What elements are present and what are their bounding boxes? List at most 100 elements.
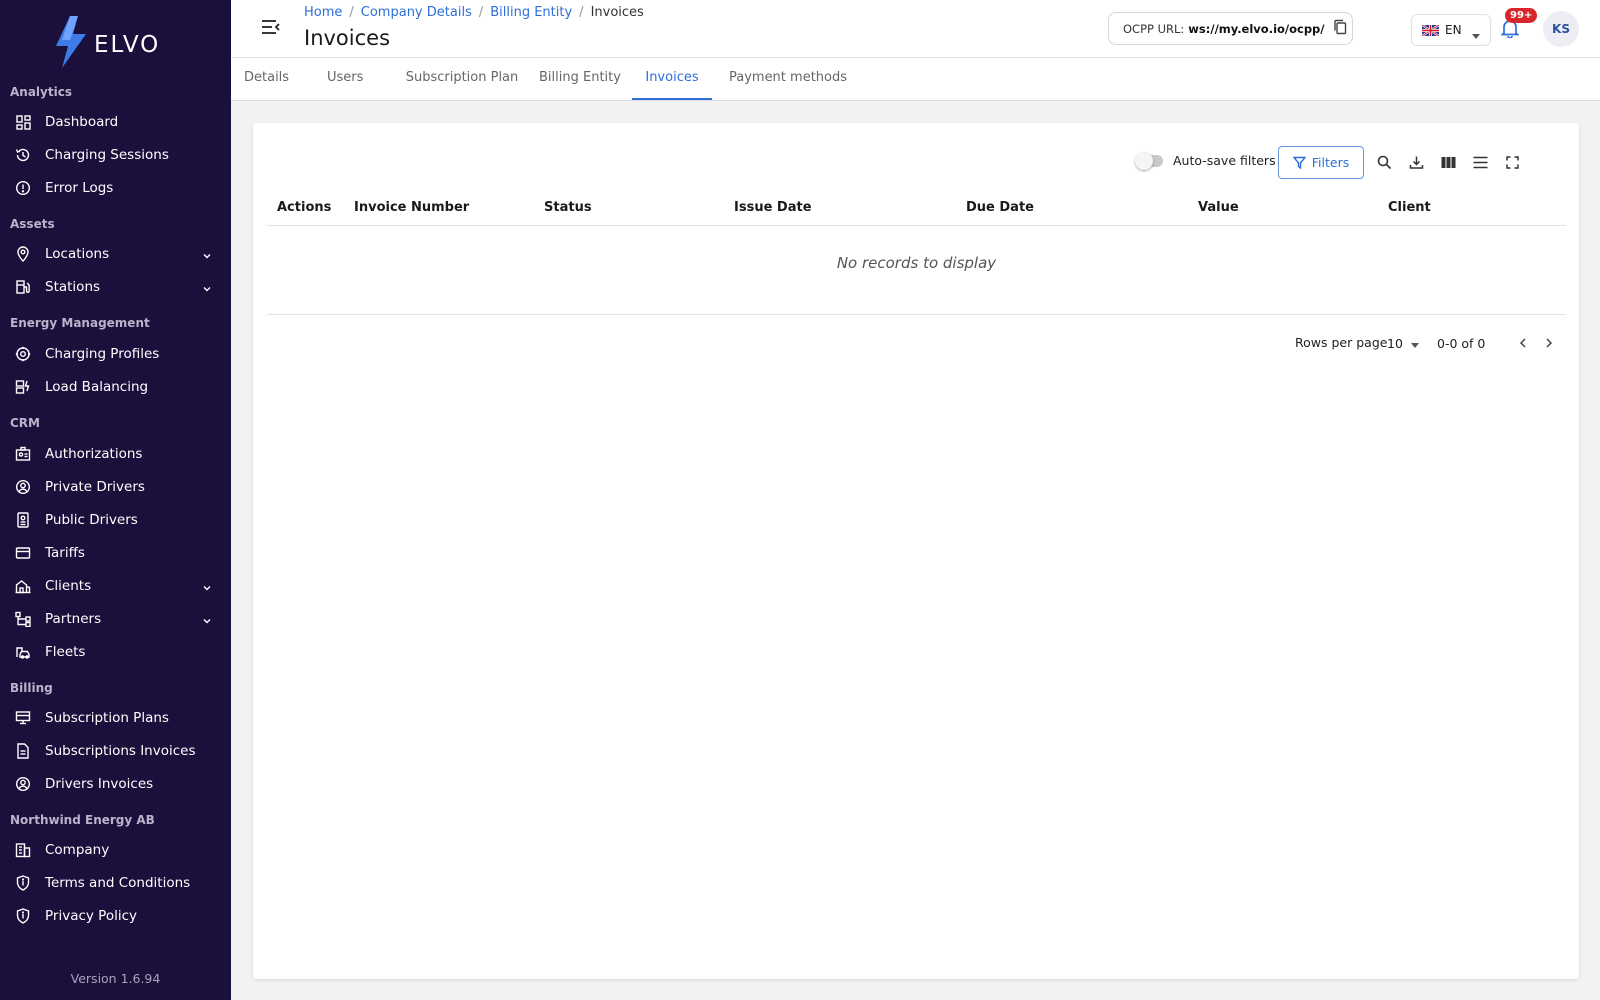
filters-button[interactable]: Filters	[1278, 146, 1364, 179]
sidebar-item-fleets[interactable]: Fleets	[0, 636, 231, 668]
id-card-icon	[15, 446, 31, 462]
column-header-due-date[interactable]: Due Date	[966, 200, 1034, 215]
tab-billing-entity[interactable]: Billing Entity	[539, 58, 621, 100]
sidebar-item-label: Charging Sessions	[45, 147, 169, 163]
sidebar-item-private-drivers[interactable]: Private Drivers	[0, 471, 231, 503]
caret-down-icon	[1472, 28, 1480, 42]
tab-details[interactable]: Details	[244, 58, 289, 100]
section-energy-management: Energy Management	[10, 316, 150, 330]
error-icon	[15, 180, 31, 196]
sidebar-item-label: Tariffs	[45, 545, 85, 561]
sidebar-item-privacy-policy[interactable]: Privacy Policy	[0, 900, 231, 932]
breadcrumb-separator: /	[349, 5, 354, 20]
autosave-filters-toggle[interactable]: Auto-save filters	[1135, 151, 1276, 170]
tab-subscription-plan[interactable]: Subscription Plan	[405, 58, 519, 100]
chevron-down-icon[interactable]	[201, 612, 213, 631]
tab-invoices[interactable]: Invoices	[632, 58, 712, 100]
sidebar-item-label: Private Drivers	[45, 479, 145, 495]
column-header-issue-date[interactable]: Issue Date	[734, 200, 812, 215]
page-tabs: Details Users Subscription Plan Billing …	[231, 58, 1600, 101]
copy-icon[interactable]	[1333, 19, 1347, 38]
chevron-down-icon[interactable]	[201, 579, 213, 598]
column-header-value[interactable]: Value	[1198, 200, 1239, 215]
sidebar-item-error-logs[interactable]: Error Logs	[0, 172, 231, 204]
location-pin-icon	[15, 246, 31, 262]
sidebar-item-label: Partners	[45, 611, 102, 627]
sidebar-item-authorizations[interactable]: Authorizations	[0, 438, 231, 470]
sidebar-item-label: Privacy Policy	[45, 908, 138, 924]
sidebar-item-label: Drivers Invoices	[45, 776, 154, 792]
tab-users[interactable]: Users	[327, 58, 363, 100]
section-crm: CRM	[10, 416, 40, 430]
sidebar-item-stations[interactable]: Stations	[0, 271, 231, 303]
sidebar-item-locations[interactable]: Locations	[0, 238, 231, 270]
sidebar-item-label: Charging Profiles	[45, 346, 160, 362]
hierarchy-icon	[15, 611, 31, 627]
building-icon	[15, 578, 31, 594]
sidebar-item-label: Locations	[45, 246, 110, 262]
top-header: Home / Company Details / Billing Entity …	[231, 0, 1600, 58]
sidebar-item-subscription-plans[interactable]: Subscription Plans	[0, 702, 231, 734]
column-header-actions[interactable]: Actions	[277, 200, 331, 215]
language-value: EN	[1445, 23, 1462, 37]
filters-label: Filters	[1311, 155, 1350, 170]
ocpp-url-value: ws://my.elvo.io/ocpp/	[1188, 21, 1325, 36]
ocpp-url-box: OCPP URL: ws://my.elvo.io/ocpp/	[1108, 12, 1353, 45]
filter-icon	[1292, 156, 1306, 169]
tab-payment-methods[interactable]: Payment methods	[726, 58, 850, 100]
breadcrumb-company-details[interactable]: Company Details	[361, 5, 472, 20]
user-circle-icon	[15, 776, 31, 792]
document-icon	[15, 743, 31, 759]
company-icon	[15, 842, 31, 858]
fleet-icon	[15, 644, 31, 660]
rows-per-page-select[interactable]: 10	[1387, 336, 1419, 351]
sidebar-item-label: Subscriptions Invoices	[45, 743, 196, 759]
chevron-down-icon[interactable]	[201, 280, 213, 299]
sidebar-item-dashboard[interactable]: Dashboard	[0, 106, 231, 138]
next-page-icon[interactable]	[1539, 333, 1559, 353]
fullscreen-icon[interactable]	[1501, 151, 1523, 173]
language-select[interactable]: EN	[1411, 14, 1491, 46]
ocpp-url-label: OCPP URL:	[1123, 21, 1185, 36]
sidebar-item-tariffs[interactable]: Tariffs	[0, 537, 231, 569]
sidebar-item-label: Stations	[45, 279, 101, 295]
sidebar-item-label: Authorizations	[45, 446, 143, 462]
sidebar-item-charging-profiles[interactable]: Charging Profiles	[0, 338, 231, 370]
elvo-logo[interactable]: ELVO	[56, 16, 160, 68]
sidebar: ELVO Analytics Dashboard Charging Sessio…	[0, 0, 231, 1000]
sidebar-item-public-drivers[interactable]: Public Drivers	[0, 504, 231, 536]
lightning-logo-icon	[56, 16, 86, 68]
column-header-client[interactable]: Client	[1388, 200, 1431, 215]
history-icon	[15, 147, 31, 163]
sidebar-item-drivers-invoices[interactable]: Drivers Invoices	[0, 768, 231, 800]
toggle-switch[interactable]	[1135, 151, 1163, 170]
collapse-menu-icon[interactable]	[261, 18, 281, 40]
column-header-invoice-number[interactable]: Invoice Number	[354, 200, 469, 215]
breadcrumb-separator: /	[478, 5, 484, 20]
columns-icon[interactable]	[1437, 151, 1459, 173]
sidebar-item-partners[interactable]: Partners	[0, 603, 231, 635]
sidebar-item-label: Company	[45, 842, 110, 858]
breadcrumb-billing-entity[interactable]: Billing Entity	[490, 5, 572, 20]
charging-station-icon	[15, 279, 31, 295]
chevron-down-icon[interactable]	[201, 247, 213, 266]
profile-gear-icon	[15, 346, 31, 362]
breadcrumb-home[interactable]: Home	[304, 5, 342, 20]
sidebar-item-company[interactable]: Company	[0, 834, 231, 866]
sidebar-item-charging-sessions[interactable]: Charging Sessions	[0, 139, 231, 171]
sidebar-item-clients[interactable]: Clients	[0, 570, 231, 602]
sidebar-item-load-balancing[interactable]: Load Balancing	[0, 371, 231, 403]
search-icon[interactable]	[1373, 151, 1395, 173]
download-icon[interactable]	[1405, 151, 1427, 173]
caret-down-icon	[1410, 336, 1419, 351]
column-header-status[interactable]: Status	[544, 200, 592, 215]
section-billing: Billing	[10, 681, 53, 695]
invoices-table-card: Auto-save filters Filters Actions Invoic…	[253, 123, 1579, 979]
user-avatar[interactable]: KS	[1543, 11, 1579, 47]
sidebar-item-label: Fleets	[45, 644, 86, 660]
breadcrumb-separator: /	[579, 5, 584, 20]
sidebar-item-subscriptions-invoices[interactable]: Subscriptions Invoices	[0, 735, 231, 767]
sidebar-item-terms-and-conditions[interactable]: Terms and Conditions	[0, 867, 231, 899]
previous-page-icon[interactable]	[1513, 333, 1533, 353]
density-icon[interactable]	[1469, 151, 1491, 173]
